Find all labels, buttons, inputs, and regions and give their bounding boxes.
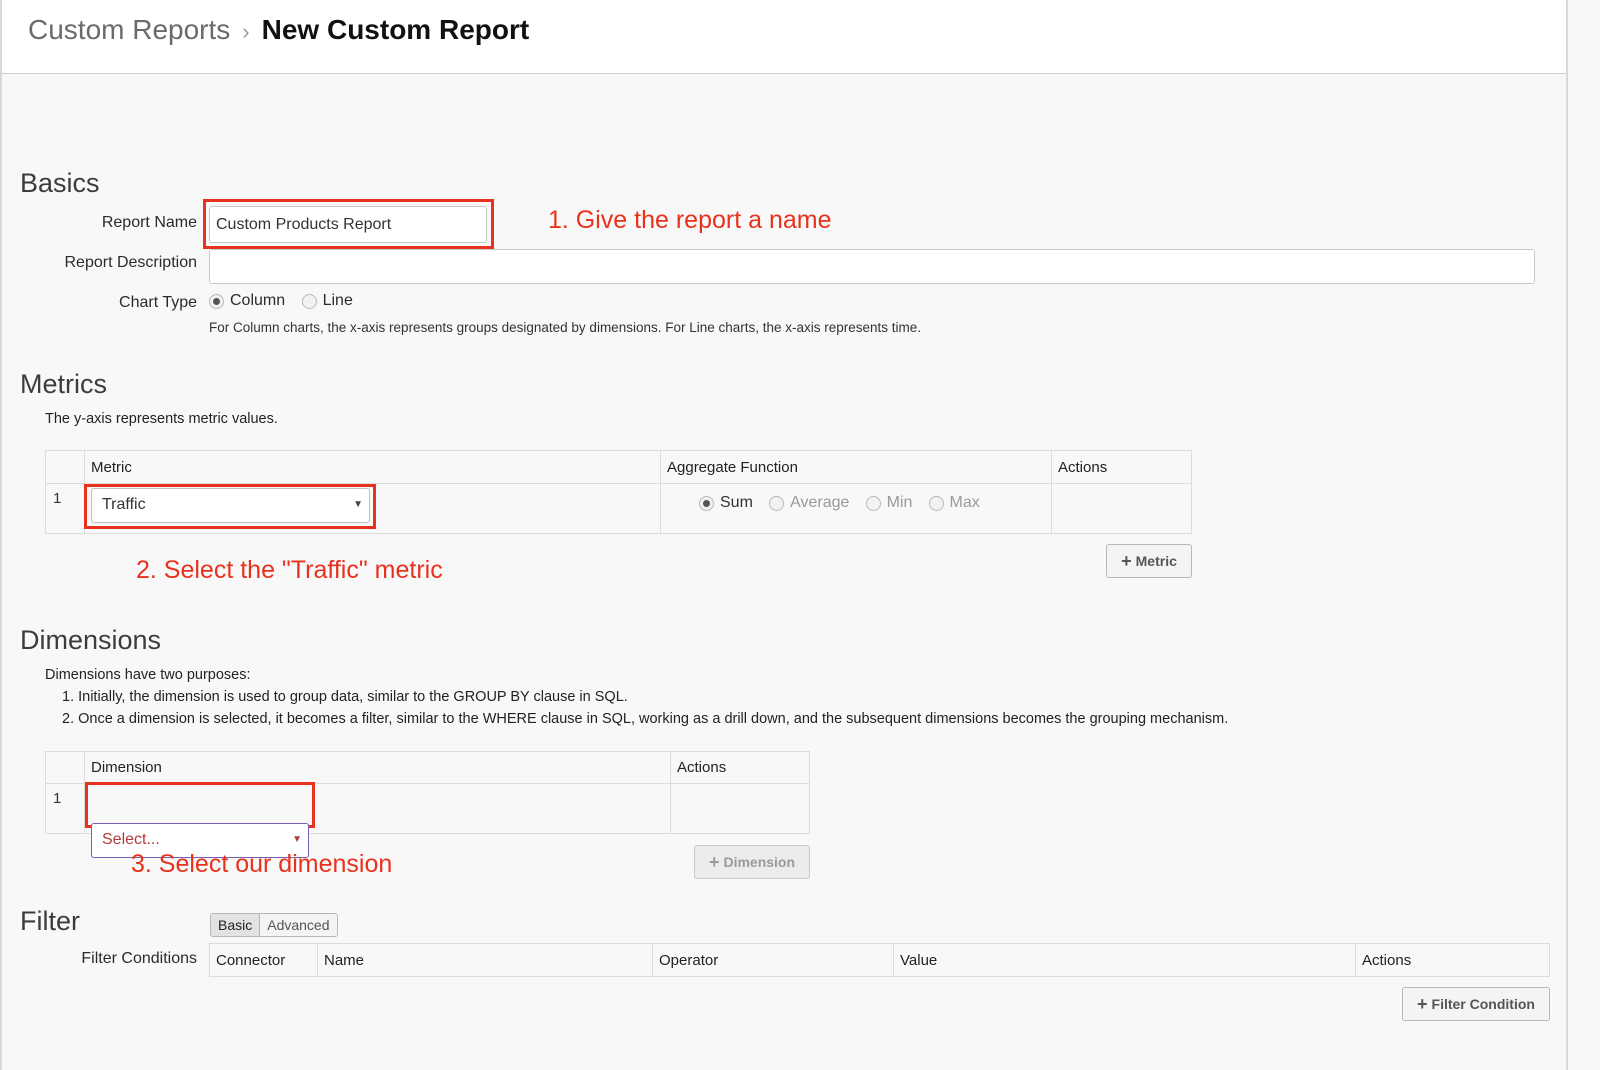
dimensions-purpose-1: 1. Initially, the dimension is used to g… [62,689,628,705]
dimensions-col-dimension: Dimension [84,751,671,784]
filter-conditions-label: Filter Conditions [81,950,197,967]
right-border [1566,0,1568,1070]
filter-col-operator: Operator [652,943,894,977]
metrics-col-metric: Metric [84,450,661,484]
chart-type-line-label: Line [322,292,353,309]
annotation-highlight-dimension [85,782,315,828]
row-index: 1 [45,783,85,834]
aggregate-average-label: Average [790,494,850,512]
chevron-down-icon: ▼ [353,499,363,510]
metrics-col-actions: Actions [1051,450,1192,484]
metric-select-value: Traffic [102,496,146,513]
add-dimension-label: Dimension [723,854,796,870]
chart-type-help-text: For Column charts, the x-axis represents… [209,320,922,335]
filter-col-value: Value [893,943,1356,977]
chart-type-radio-group: Column Line [209,292,365,310]
dimension-select-placeholder: Select... [102,831,160,848]
aggregate-cell: Sum Average Min Max [660,483,1052,534]
filter-col-name: Name [317,943,653,977]
filter-mode-toggle: Basic Advanced [210,913,338,937]
row-index: 1 [45,483,85,534]
metrics-col-index [45,450,85,484]
filter-conditions-table: Connector Name Operator Value Actions [209,943,1550,977]
chevron-down-icon: ▼ [292,834,302,845]
chart-type-column-label: Column [230,292,286,309]
chart-type-column-radio[interactable] [209,293,224,309]
metrics-description: The y-axis represents metric values. [45,411,278,427]
plus-icon: + [1417,994,1428,1014]
left-border [0,74,2,1070]
aggregate-radio-group: Sum Average Min Max [661,484,1051,512]
filter-section-title: Filter [20,906,80,936]
filter-mode-advanced-tab[interactable]: Advanced [260,914,337,936]
report-name-input[interactable] [209,206,487,243]
chart-type-line-radio[interactable] [301,293,317,309]
breadcrumb-parent-link[interactable]: Custom Reports [28,14,230,46]
aggregate-average-radio[interactable] [769,495,785,511]
page-header: Custom Reports › New Custom Report [0,0,1568,74]
dimension-actions-cell [670,783,810,834]
aggregate-min-label: Min [886,494,913,512]
aggregate-max-radio[interactable] [928,495,944,511]
aggregate-min-radio[interactable] [865,495,881,511]
dimensions-section-title: Dimensions [20,625,162,655]
plus-icon: + [708,852,720,872]
breadcrumb: Custom Reports › New Custom Report [28,14,529,46]
add-metric-label: Metric [1135,553,1177,569]
add-filter-condition-label: Filter Condition [1431,996,1535,1012]
annotation-step-2: 2. Select the "Traffic" metric [136,556,443,584]
filter-col-connector: Connector [209,943,318,977]
report-name-label: Report Name [101,214,197,231]
metrics-col-aggregate: Aggregate Function [660,450,1052,484]
breadcrumb-separator-icon: › [242,19,250,44]
add-filter-condition-button[interactable]: + Filter Condition [1402,987,1550,1021]
metric-actions-cell [1051,483,1192,534]
dimensions-col-index [45,751,85,784]
dimensions-col-actions: Actions [670,751,810,784]
page-title: New Custom Report [261,14,530,45]
add-dimension-button[interactable]: + Dimension [694,845,810,879]
annotation-step-1: 1. Give the report a name [548,206,832,234]
dimensions-purpose-2: 2. Once a dimension is selected, it beco… [62,711,1229,727]
metric-select[interactable]: Traffic ▼ [91,488,370,523]
aggregate-sum-label: Sum [720,494,753,512]
report-description-label: Report Description [64,254,198,271]
report-description-input[interactable] [209,249,1535,284]
aggregate-max-label: Max [949,494,980,512]
annotation-step-3: 3. Select our dimension [131,850,393,878]
metrics-section-title: Metrics [20,369,107,399]
chart-type-label: Chart Type [119,294,197,311]
basics-section-title: Basics [20,168,100,198]
filter-mode-basic-tab[interactable]: Basic [211,914,261,936]
plus-icon: + [1121,551,1132,571]
filter-col-actions: Actions [1355,943,1550,977]
dimensions-intro: Dimensions have two purposes: [45,667,251,683]
add-metric-button[interactable]: + Metric [1106,544,1192,578]
aggregate-sum-radio[interactable] [699,495,714,511]
